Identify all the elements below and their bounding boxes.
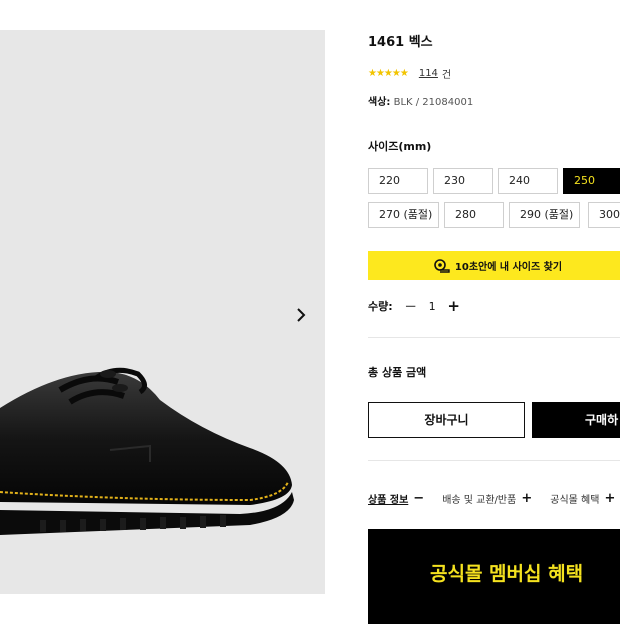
buy-now-button[interactable]: 구매하 bbox=[532, 402, 620, 438]
product-image-gallery bbox=[0, 30, 325, 594]
chevron-right-icon[interactable] bbox=[293, 306, 309, 324]
size-option-220[interactable]: 220 bbox=[368, 168, 428, 194]
product-detail-tabs: 상품 정보 − 배송 및 교환/반품 + 공식몰 혜택 + bbox=[368, 491, 615, 506]
tab-label: 공식몰 혜택 bbox=[550, 495, 600, 506]
add-to-cart-button[interactable]: 장바구니 bbox=[368, 402, 525, 438]
product-title: 1461 벡스 bbox=[368, 35, 433, 50]
size-option-250[interactable]: 250 bbox=[563, 168, 620, 194]
quantity-decrease-button[interactable]: − bbox=[403, 297, 419, 315]
rating-row: ★★★★★ 114 건 bbox=[368, 66, 451, 81]
size-option-230[interactable]: 230 bbox=[433, 168, 493, 194]
review-unit: 건 bbox=[441, 70, 452, 81]
find-my-size-button[interactable]: 10초안에 내 사이즈 찾기 bbox=[368, 251, 620, 280]
divider bbox=[368, 337, 620, 338]
total-price-label: 총 상품 금액 bbox=[368, 366, 427, 379]
size-label: 사이즈(mm) bbox=[368, 140, 432, 153]
membership-banner-text: 공식몰 멤버십 혜택 bbox=[430, 563, 584, 585]
size-option-300[interactable]: 300 bbox=[588, 202, 620, 228]
product-image bbox=[0, 367, 294, 535]
tab-product-info[interactable]: 상품 정보 − bbox=[368, 491, 424, 506]
expand-icon: + bbox=[521, 491, 533, 506]
collapse-icon: − bbox=[413, 491, 425, 506]
find-my-size-label: 10초안에 내 사이즈 찾기 bbox=[454, 262, 563, 273]
quantity-stepper: 수량: − 1 + bbox=[368, 297, 462, 315]
size-option-290[interactable]: 290 (품절) bbox=[509, 202, 580, 228]
color-info: 색상: BLK / 21084001 bbox=[368, 93, 473, 108]
tab-official-benefits[interactable]: 공식몰 혜택 + bbox=[550, 491, 615, 506]
tab-shipping-returns[interactable]: 배송 및 교환/반품 + bbox=[442, 491, 532, 506]
expand-icon: + bbox=[604, 491, 616, 506]
tab-label: 배송 및 교환/반품 bbox=[442, 495, 517, 506]
color-label: 색상: bbox=[368, 97, 391, 108]
quantity-value[interactable]: 1 bbox=[429, 300, 436, 313]
tape-measure-icon bbox=[434, 258, 450, 273]
color-value: BLK / 21084001 bbox=[393, 97, 474, 108]
review-count-link[interactable]: 114 bbox=[419, 68, 438, 79]
divider bbox=[368, 460, 620, 461]
star-rating-icon: ★★★★★ bbox=[368, 68, 409, 79]
size-option-280[interactable]: 280 bbox=[444, 202, 504, 228]
tab-label: 상품 정보 bbox=[368, 495, 409, 506]
size-option-270[interactable]: 270 (품절) bbox=[368, 202, 439, 228]
quantity-label: 수량: bbox=[368, 300, 393, 313]
quantity-increase-button[interactable]: + bbox=[446, 297, 462, 315]
membership-banner[interactable]: 공식몰 멤버십 혜택 bbox=[368, 529, 620, 624]
size-option-240[interactable]: 240 bbox=[498, 168, 558, 194]
